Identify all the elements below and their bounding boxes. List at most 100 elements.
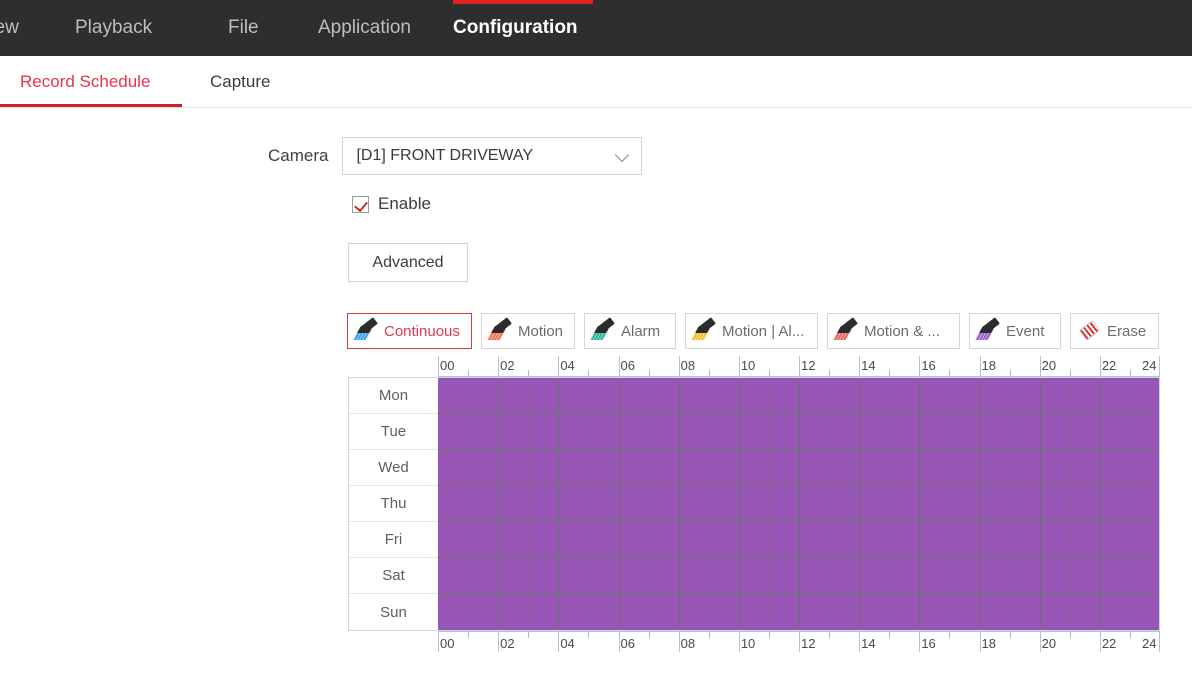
enable-checkbox-row[interactable]: Enable	[352, 194, 431, 214]
ruler-label: 02	[498, 358, 514, 373]
legend-button-label: Motion	[518, 324, 563, 339]
camera-label: Camera	[268, 146, 328, 166]
ruler-tick	[829, 370, 830, 376]
ruler-label: 00	[438, 358, 454, 373]
legend-button-motion[interactable]: Motion	[481, 313, 575, 349]
legend-button-label: Event	[1006, 324, 1044, 339]
ruler-tick	[588, 632, 589, 638]
legend-button-motion[interactable]: Motion & ...	[827, 313, 960, 349]
schedule-row-sun[interactable]	[438, 594, 1159, 630]
day-label-column: MonTueWedThuFriSatSun	[348, 378, 438, 630]
record-schedule-widget: 00 02 04 06 08 10 12 14 16 18 20 22 24 MonTueWedThuF…	[348, 357, 1160, 653]
ruler-label: 08	[679, 636, 695, 651]
nav-item-application[interactable]: Application	[318, 0, 411, 56]
ruler-label: 22	[1100, 358, 1116, 373]
nav-item-file[interactable]: File	[228, 0, 259, 56]
ruler-label: 12	[799, 636, 815, 651]
ruler-label: 16	[919, 358, 935, 373]
ruler-label: 20	[1040, 358, 1056, 373]
schedule-type-toolbar: Continuous Motion Alarm Motion | Al... Motio…	[347, 313, 1168, 349]
time-ruler-bottom: 00020406081012141618202224	[438, 631, 1160, 653]
ruler-label: 16	[919, 636, 935, 651]
ruler-tick	[1159, 632, 1160, 652]
schedule-row-wed[interactable]	[438, 450, 1159, 486]
camera-selector-row: Camera [D1] FRONT DRIVEWAY	[268, 137, 642, 175]
legend-button-label: Continuous	[384, 324, 460, 339]
enable-checkbox[interactable]	[352, 196, 369, 213]
chevron-down-icon	[617, 149, 631, 163]
legend-button-continuous[interactable]: Continuous	[347, 313, 472, 349]
brush-icon	[836, 320, 858, 342]
camera-select-value: [D1] FRONT DRIVEWAY	[356, 147, 617, 165]
day-label-wed: Wed	[349, 450, 438, 486]
ruler-tick	[468, 370, 469, 376]
ruler-label: 06	[619, 636, 635, 651]
day-label-sun: Sun	[349, 594, 438, 630]
legend-button-event[interactable]: Event	[969, 313, 1061, 349]
ruler-tick	[949, 370, 950, 376]
ruler-tick	[889, 632, 890, 638]
brush-icon	[593, 320, 615, 342]
legend-button-label: Motion | Al...	[722, 324, 804, 339]
ruler-tick	[1130, 370, 1131, 376]
ruler-label: 00	[438, 636, 454, 651]
ruler-tick	[709, 632, 710, 638]
day-label-fri: Fri	[349, 522, 438, 558]
nav-item-playback[interactable]: Playback	[75, 0, 152, 56]
ruler-tick	[1070, 370, 1071, 376]
ruler-label: 08	[679, 358, 695, 373]
tab-capture[interactable]: Capture	[210, 56, 270, 107]
ruler-tick	[1010, 370, 1011, 376]
day-label-mon: Mon	[349, 378, 438, 414]
ruler-tick	[649, 632, 650, 638]
ruler-tick	[1159, 356, 1160, 376]
ruler-label: 24	[1140, 358, 1156, 373]
ruler-tick	[1010, 632, 1011, 638]
legend-button-motion-al[interactable]: Motion | Al...	[685, 313, 818, 349]
legend-button-label: Erase	[1107, 324, 1146, 339]
legend-button-label: Alarm	[621, 324, 660, 339]
ruler-tick	[1070, 632, 1071, 638]
ruler-tick	[468, 632, 469, 638]
ruler-label: 12	[799, 358, 815, 373]
nav-item-configuration[interactable]: Configuration	[453, 0, 578, 56]
schedule-row-tue[interactable]	[438, 414, 1159, 450]
schedule-row-sat[interactable]	[438, 558, 1159, 594]
day-label-sat: Sat	[349, 558, 438, 594]
schedule-cells[interactable]	[438, 378, 1159, 630]
sub-tab-bar: Record Schedule Capture	[0, 56, 1192, 108]
ruler-label: 10	[739, 358, 755, 373]
ruler-label: 20	[1040, 636, 1056, 651]
camera-select[interactable]: [D1] FRONT DRIVEWAY	[342, 137, 642, 175]
brush-icon	[978, 320, 1000, 342]
ruler-label: 14	[859, 636, 875, 651]
advanced-button[interactable]: Advanced	[348, 243, 468, 282]
day-label-thu: Thu	[349, 486, 438, 522]
active-tab-underline	[0, 104, 182, 107]
ruler-label: 10	[739, 636, 755, 651]
ruler-tick	[949, 632, 950, 638]
time-ruler-top: 00020406081012141618202224	[438, 357, 1160, 377]
brush-icon	[694, 320, 716, 342]
schedule-grid: MonTueWedThuFriSatSun	[348, 377, 1160, 631]
nav-item-view[interactable]: View	[0, 0, 19, 56]
day-label-tue: Tue	[349, 414, 438, 450]
ruler-tick	[709, 370, 710, 376]
ruler-label: 24	[1140, 636, 1156, 651]
schedule-row-mon[interactable]	[438, 378, 1159, 414]
ruler-tick	[829, 632, 830, 638]
schedule-row-fri[interactable]	[438, 522, 1159, 558]
ruler-label: 06	[619, 358, 635, 373]
legend-button-label: Motion & ...	[864, 324, 940, 339]
ruler-label: 18	[980, 358, 996, 373]
schedule-row-thu[interactable]	[438, 486, 1159, 522]
legend-button-alarm[interactable]: Alarm	[584, 313, 676, 349]
ruler-tick	[769, 632, 770, 638]
ruler-label: 02	[498, 636, 514, 651]
legend-button-erase[interactable]: Erase	[1070, 313, 1159, 349]
ruler-tick	[649, 370, 650, 376]
ruler-label: 18	[980, 636, 996, 651]
tab-record-schedule[interactable]: Record Schedule	[20, 56, 150, 107]
ruler-label: 04	[558, 636, 574, 651]
ruler-tick	[528, 632, 529, 638]
